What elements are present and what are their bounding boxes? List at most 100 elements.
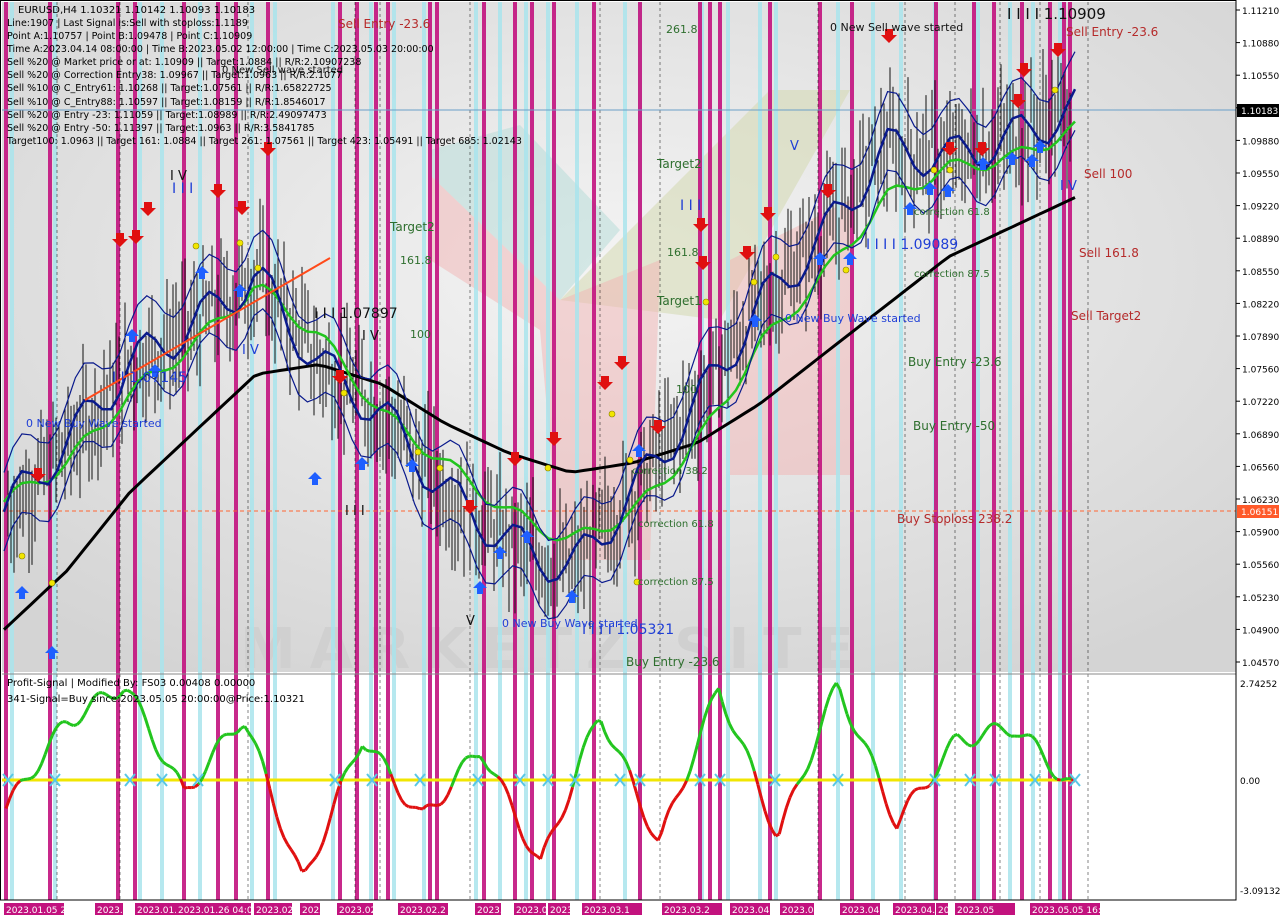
overlay-label-target1: Target1 — [656, 294, 702, 308]
overlay-label-roman-8: I I I — [345, 504, 365, 519]
signal-bar-pink — [338, 2, 342, 900]
signal-bar-pink — [850, 2, 854, 900]
signal-dot — [48, 579, 56, 587]
signal-bar-cyan — [273, 2, 277, 900]
signal-bar-pink — [4, 2, 8, 900]
overlay-label-correction-87-mid: correction 87.5 — [638, 577, 714, 588]
signal-dot — [414, 448, 422, 456]
oscillator-segment — [995, 722, 1002, 728]
oscillator-tick-label: 0.00 — [1240, 777, 1260, 787]
signal-bar-pink — [530, 2, 534, 900]
signal-bar-cyan — [138, 2, 142, 900]
overlay-label-wave-1-07145: I I 1.07145 — [112, 370, 187, 386]
price-tick-label: 1.06890 — [1242, 431, 1279, 441]
signal-dot — [236, 239, 244, 247]
oscillator-segment — [222, 732, 228, 737]
time-axis-label: 2023.01.05 20:00 — [6, 906, 87, 916]
oscillator-segment — [1063, 776, 1069, 781]
overlay-label-buy-entry-50: Buy Entry -50 — [913, 419, 995, 433]
price-tick-label: 1.10550 — [1242, 72, 1279, 82]
overlay-label-target2-left: Target2 — [389, 220, 435, 234]
oscillator-tick-label: 2.74252 — [1240, 680, 1277, 690]
price-tick-label: 1.08550 — [1242, 268, 1279, 278]
signal-dot — [946, 166, 954, 174]
overlay-label-new-buy-wave-3: 0 New Buy Wave started — [785, 312, 921, 325]
price-tick-label: 1.11210 — [1242, 7, 1279, 17]
overlay-label-roman-9: I V — [1060, 179, 1077, 194]
price-tick-label: 1.07220 — [1242, 398, 1279, 408]
oscillator-segment — [988, 722, 994, 727]
signal-bar-cyan — [331, 2, 335, 900]
signal-bar-pink — [718, 2, 722, 900]
oscillator-segment — [426, 803, 431, 808]
oscillator-segment — [1056, 777, 1061, 782]
signal-bar-pink — [592, 2, 596, 900]
price-tick-label: 1.05560 — [1242, 561, 1279, 571]
signal-bar-pink — [552, 2, 556, 900]
time-axis-label: 2023.04.0 — [782, 906, 828, 916]
time-axis-label: 2023.03 — [477, 906, 514, 916]
price-tick-label: 1.09220 — [1242, 203, 1279, 213]
overlay-label-sell-target2: Sell Target2 — [1071, 309, 1141, 323]
oscillator-segment — [914, 787, 919, 792]
signal-dot — [772, 253, 780, 261]
signal-bar-cyan — [198, 2, 202, 900]
price-tick-label: 1.10880 — [1242, 40, 1279, 50]
overlay-label-new-buy-wave-1: 0 New Buy Wave started — [26, 417, 162, 430]
price-tick-label: 1.09550 — [1242, 170, 1279, 180]
overlay-label-lvl-100-left: 100 — [410, 328, 431, 341]
oscillator-segment — [967, 743, 973, 748]
overlay-label-target2-top: Target2 — [656, 157, 702, 171]
signal-bar-pink — [116, 2, 120, 900]
overlay-label-correction-61: correction 61.8 — [914, 207, 990, 218]
overlay-label-roman-3: I V — [170, 169, 187, 184]
oscillator-segment — [123, 688, 128, 693]
overlay-label-correction-87-right: correction 87.5 — [914, 269, 990, 280]
signal-dot — [1051, 86, 1059, 94]
oscillator-segment — [532, 852, 538, 858]
time-axis-label: 2023.05.05 16:00 — [1032, 906, 1113, 916]
overlay-label-roman-6: V — [790, 139, 799, 154]
overlay-label-correction-61-mid: correction 61.8 — [638, 519, 714, 530]
chart-canvas[interactable]: MARKETZ SITESell Entry -23.6Sell Entry -… — [0, 0, 1280, 920]
signal-dot — [626, 456, 634, 464]
oscillator-segment — [165, 763, 171, 768]
time-axis-label: 2023.0 — [516, 906, 548, 916]
signal-dot — [930, 166, 938, 174]
time-axis-label: 2023.05 — [957, 906, 994, 916]
oscillator-segment — [493, 773, 499, 778]
price-tick-label: 1.09880 — [1242, 137, 1279, 147]
signal-dot — [254, 264, 262, 272]
overlay-label-wave-1-09089: I I I I 1.09089 — [866, 237, 958, 253]
signal-dot — [702, 298, 710, 306]
time-axis-label: 2023.02.1 — [339, 906, 385, 916]
signal-bar-pink — [182, 2, 186, 900]
overlay-label-wave-1-07897: I I I 1.07897 — [314, 306, 398, 322]
overlay-label-lvl-161-left: 161.8 — [400, 254, 432, 267]
oscillator-segment — [404, 803, 410, 809]
signal-bar-cyan — [758, 2, 762, 900]
oscillator-segment — [472, 754, 477, 759]
price-tick-label: 1.07560 — [1242, 366, 1279, 376]
oscillator-segment — [30, 774, 36, 780]
overlay-label-new-sell-wave: 0 New Sell wave started — [830, 21, 963, 34]
time-axis-label: 2023.04.1 — [895, 906, 941, 916]
overlay-label-buy-entry-236: Buy Entry -23.6 — [908, 355, 1002, 369]
signal-bar-pink — [513, 2, 517, 900]
signal-bar-pink — [266, 2, 270, 900]
overlay-label-new-sell-wave-left: 0 New Sell wave started — [222, 65, 343, 76]
oscillator-segment — [1060, 777, 1065, 782]
signal-bar-cyan — [774, 2, 778, 900]
signal-bar-pink — [698, 2, 702, 900]
price-tick-label: 1.06560 — [1242, 463, 1279, 473]
time-axis-label: 2023.03 — [550, 906, 587, 916]
overlay-label-lvl-261: 261.8 — [666, 23, 698, 36]
price-tick-label: 1.05230 — [1242, 594, 1279, 604]
oscillator-segment — [65, 720, 71, 726]
oscillator-segment — [233, 730, 239, 736]
time-axis-label: 2023.03.1 — [584, 906, 630, 916]
overlay-label-roman-4: I V — [242, 343, 259, 358]
overlay-label-sell-entry-right: Sell Entry -23.6 — [1066, 25, 1158, 39]
signal-dot — [340, 389, 348, 397]
oscillator-segment — [27, 776, 32, 781]
